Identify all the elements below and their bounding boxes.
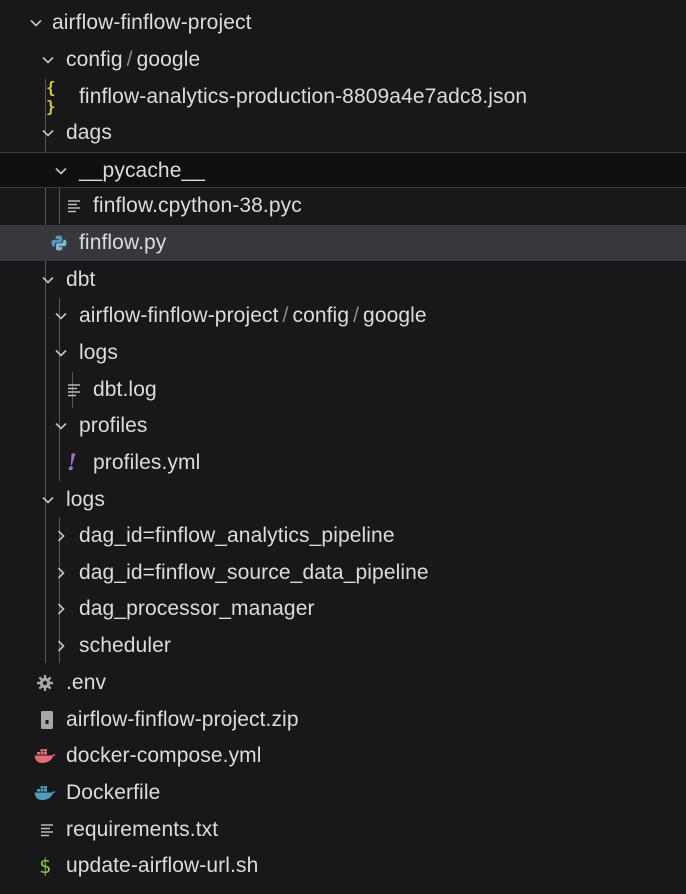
tree-file-yaml[interactable]: ! profiles.yml — [0, 445, 686, 481]
chevron-down-icon[interactable] — [49, 159, 73, 183]
tree-folder-dbt-config-google[interactable]: airflow-finflow-project / config / google — [0, 298, 686, 334]
folder-label: airflow-finflow-project / config / google — [79, 298, 427, 334]
tree-folder-profiles[interactable]: profiles — [0, 408, 686, 444]
tree-folder-pycache[interactable]: __pycache__ — [0, 152, 686, 188]
indent-guide — [59, 188, 60, 224]
chevron-down-icon[interactable] — [36, 488, 60, 512]
path-segment[interactable]: config — [66, 48, 123, 71]
path-segment[interactable]: google — [137, 48, 201, 71]
path-segment[interactable]: google — [363, 304, 427, 327]
tree-file-log[interactable]: dbt.log — [0, 372, 686, 408]
folder-label: airflow-finflow-project — [52, 11, 252, 34]
chevron-down-icon[interactable] — [36, 121, 60, 145]
tree-file-docker-compose[interactable]: docker-compose.yml — [0, 738, 686, 774]
file-label: .env — [66, 671, 107, 694]
file-label: airflow-finflow-project.zip — [66, 708, 299, 731]
chevron-right-icon[interactable] — [49, 524, 73, 548]
text-lines-icon — [62, 194, 86, 218]
file-label: dbt.log — [93, 378, 157, 401]
docker-whale-icon — [33, 744, 57, 768]
file-label: profiles.yml — [93, 451, 201, 474]
folder-label: config / google — [66, 42, 200, 78]
file-label: finflow-analytics-production-8809a4e7adc… — [79, 85, 528, 108]
folder-label: dag_id=finflow_analytics_pipeline — [79, 524, 395, 547]
tree-file-dockerfile[interactable]: Dockerfile — [0, 775, 686, 811]
tree-folder-logs-child[interactable]: scheduler — [0, 628, 686, 664]
python-icon — [47, 231, 71, 255]
folder-label: profiles — [79, 414, 148, 437]
folder-label: logs — [66, 488, 105, 511]
chevron-down-icon[interactable] — [49, 341, 73, 365]
folder-label: dag_id=finflow_source_data_pipeline — [79, 561, 429, 584]
folder-label: __pycache__ — [79, 159, 206, 182]
text-lines-icon — [62, 378, 86, 402]
tree-file-requirements[interactable]: requirements.txt — [0, 812, 686, 848]
tree-folder-root[interactable]: airflow-finflow-project — [0, 5, 686, 41]
path-separator: / — [126, 48, 133, 71]
file-label: requirements.txt — [66, 818, 219, 841]
path-segment[interactable]: airflow-finflow-project — [79, 304, 279, 327]
folder-label: dag_processor_manager — [79, 597, 315, 620]
tree-file-zip[interactable]: airflow-finflow-project.zip — [0, 702, 686, 738]
path-segment[interactable]: config — [292, 304, 349, 327]
json-braces-icon: { } — [46, 78, 57, 116]
file-label: finflow.cpython-38.pyc — [93, 194, 302, 217]
tree-folder-dbt[interactable]: dbt — [0, 262, 686, 298]
folder-label: scheduler — [79, 634, 171, 657]
text-lines-icon — [35, 818, 59, 842]
file-explorer: airflow-finflow-project config / google { … — [0, 0, 686, 894]
tree-folder-logs[interactable]: logs — [0, 482, 686, 518]
tree-file-env[interactable]: .env — [0, 665, 686, 701]
tree-folder-dbt-logs[interactable]: logs — [0, 335, 686, 371]
chevron-right-icon[interactable] — [49, 634, 73, 658]
chevron-down-icon[interactable] — [36, 268, 60, 292]
chevron-down-icon[interactable] — [49, 304, 73, 328]
gear-icon — [33, 671, 57, 695]
chevron-right-icon[interactable] — [49, 597, 73, 621]
path-separator: / — [353, 304, 360, 327]
tree-folder-logs-child[interactable]: dag_processor_manager — [0, 591, 686, 627]
tree-folder-logs-child[interactable]: dag_id=finflow_source_data_pipeline — [0, 555, 686, 591]
file-label: docker-compose.yml — [66, 744, 262, 767]
folder-label: dags — [66, 121, 112, 144]
yaml-exclamation-icon: ! — [67, 450, 77, 476]
folder-label: logs — [79, 341, 118, 364]
zip-icon — [35, 708, 59, 732]
chevron-down-icon[interactable] — [36, 48, 60, 72]
tree-file-json[interactable]: { } finflow-analytics-production-8809a4e… — [0, 78, 686, 116]
tree-file-pyc[interactable]: finflow.cpython-38.pyc — [0, 188, 686, 224]
tree-folder-dags[interactable]: dags — [0, 115, 686, 151]
chevron-down-icon[interactable] — [24, 11, 48, 35]
docker-whale-icon — [33, 781, 57, 805]
chevron-down-icon[interactable] — [49, 414, 73, 438]
file-label: update-airflow-url.sh — [66, 854, 259, 877]
tree-file-python[interactable]: finflow.py — [0, 225, 686, 261]
tree-folder-logs-child[interactable]: dag_id=finflow_analytics_pipeline — [0, 518, 686, 554]
folder-label: dbt — [66, 268, 96, 291]
tree-folder-config-google[interactable]: config / google — [0, 42, 686, 78]
chevron-right-icon[interactable] — [49, 561, 73, 585]
file-label: Dockerfile — [66, 781, 161, 804]
tree-file-shell[interactable]: $ update-airflow-url.sh — [0, 848, 686, 884]
dollar-icon: $ — [38, 854, 52, 878]
path-separator: / — [282, 304, 289, 327]
file-label: finflow.py — [79, 231, 167, 254]
